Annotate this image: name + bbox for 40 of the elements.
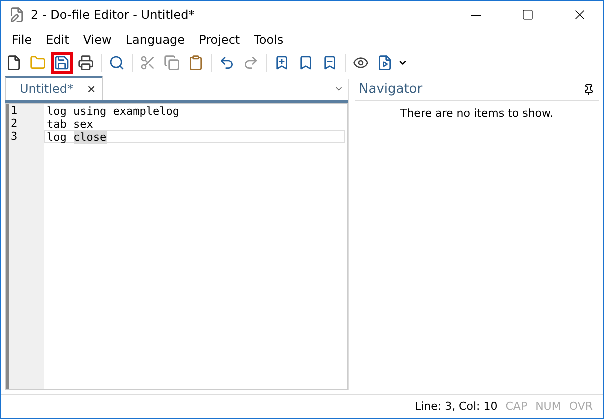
empty-message: There are no items to show. xyxy=(399,107,555,120)
cursor-position: Line: 3, Col: 10 xyxy=(414,400,498,413)
printer-icon xyxy=(78,55,94,71)
line-number: 3 xyxy=(10,130,18,143)
menu-item[interactable]: View xyxy=(76,33,119,47)
copy-icon xyxy=(164,55,180,71)
cut-icon xyxy=(140,55,156,71)
save-button[interactable] xyxy=(51,52,73,74)
tab-close-button[interactable]: × xyxy=(87,81,96,97)
tab-label: Untitled* xyxy=(20,82,74,96)
line-number: 1 xyxy=(10,104,18,117)
minimize-icon xyxy=(471,14,481,16)
new-file-icon xyxy=(6,55,22,71)
key-indicator: OVR xyxy=(569,400,593,413)
save-icon xyxy=(54,55,70,71)
eye-icon xyxy=(353,55,369,71)
dropdown-caret-icon[interactable] xyxy=(398,58,408,68)
search-icon xyxy=(109,55,125,71)
paste-icon xyxy=(188,55,204,71)
open-folder-icon xyxy=(30,55,46,71)
bookmark-icon xyxy=(274,55,290,71)
code-line: tab sex xyxy=(46,118,94,130)
menu-item[interactable]: Tools xyxy=(247,33,291,47)
undo-icon xyxy=(219,55,235,71)
window-title: 2 - Do-file Editor - Untitled* xyxy=(31,8,196,22)
menu-item[interactable]: Language xyxy=(118,33,192,47)
run-file-icon xyxy=(377,55,393,71)
code-line: log using examplelog xyxy=(46,104,180,117)
key-indicator: NUM xyxy=(536,400,562,413)
line-number: 2 xyxy=(10,117,18,130)
panel-title: Navigator xyxy=(359,82,423,97)
app-icon xyxy=(9,7,25,23)
maximize-icon xyxy=(522,9,534,21)
menu-item[interactable]: Edit xyxy=(39,33,76,47)
menu-item[interactable]: Project xyxy=(192,33,248,47)
editor-tab[interactable]: Untitled* × xyxy=(5,76,103,100)
key-indicator: CAP xyxy=(506,400,528,413)
redo-icon xyxy=(243,55,259,71)
pin-icon[interactable] xyxy=(583,84,595,96)
menu-item[interactable]: File xyxy=(5,33,40,47)
